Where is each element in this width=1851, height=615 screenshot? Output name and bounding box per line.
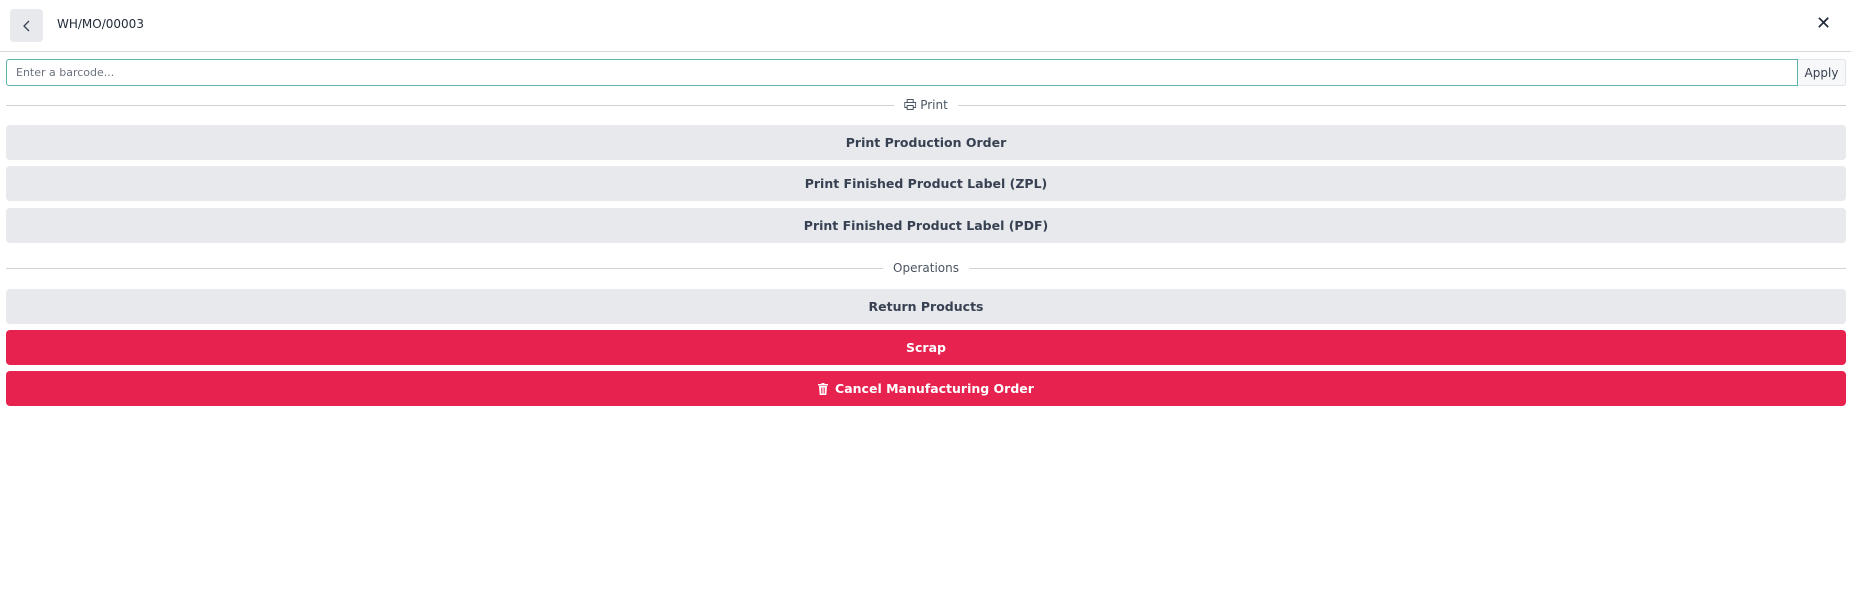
header: WH/MO/00003 ✕: [0, 0, 1851, 52]
close-icon[interactable]: ✕: [1816, 13, 1831, 34]
print-label-pdf-button[interactable]: Print Finished Product Label (PDF): [6, 208, 1846, 243]
barcode-input[interactable]: [6, 59, 1798, 86]
printer-icon: [904, 99, 917, 110]
scrap-button[interactable]: Scrap: [6, 330, 1846, 365]
return-products-button[interactable]: Return Products: [6, 289, 1846, 324]
operations-label: Operations: [883, 261, 969, 275]
chevron-left-icon: [22, 20, 29, 31]
print-label: Print: [920, 98, 948, 112]
cancel-manufacturing-order-button[interactable]: Cancel Manufacturing Order: [6, 371, 1846, 406]
operations-separator: Operations: [6, 261, 1846, 275]
back-button[interactable]: [10, 9, 43, 42]
print-label-zpl-button[interactable]: Print Finished Product Label (ZPL): [6, 166, 1846, 201]
barcode-bar: Apply: [6, 59, 1846, 86]
apply-button[interactable]: Apply: [1798, 59, 1846, 86]
print-production-order-button[interactable]: Print Production Order: [6, 125, 1846, 160]
cancel-label: Cancel Manufacturing Order: [835, 381, 1034, 396]
page-title: WH/MO/00003: [57, 17, 144, 31]
print-separator: Print: [6, 98, 1846, 112]
trash-icon: [818, 382, 829, 395]
print-section-label: Print: [894, 98, 958, 112]
